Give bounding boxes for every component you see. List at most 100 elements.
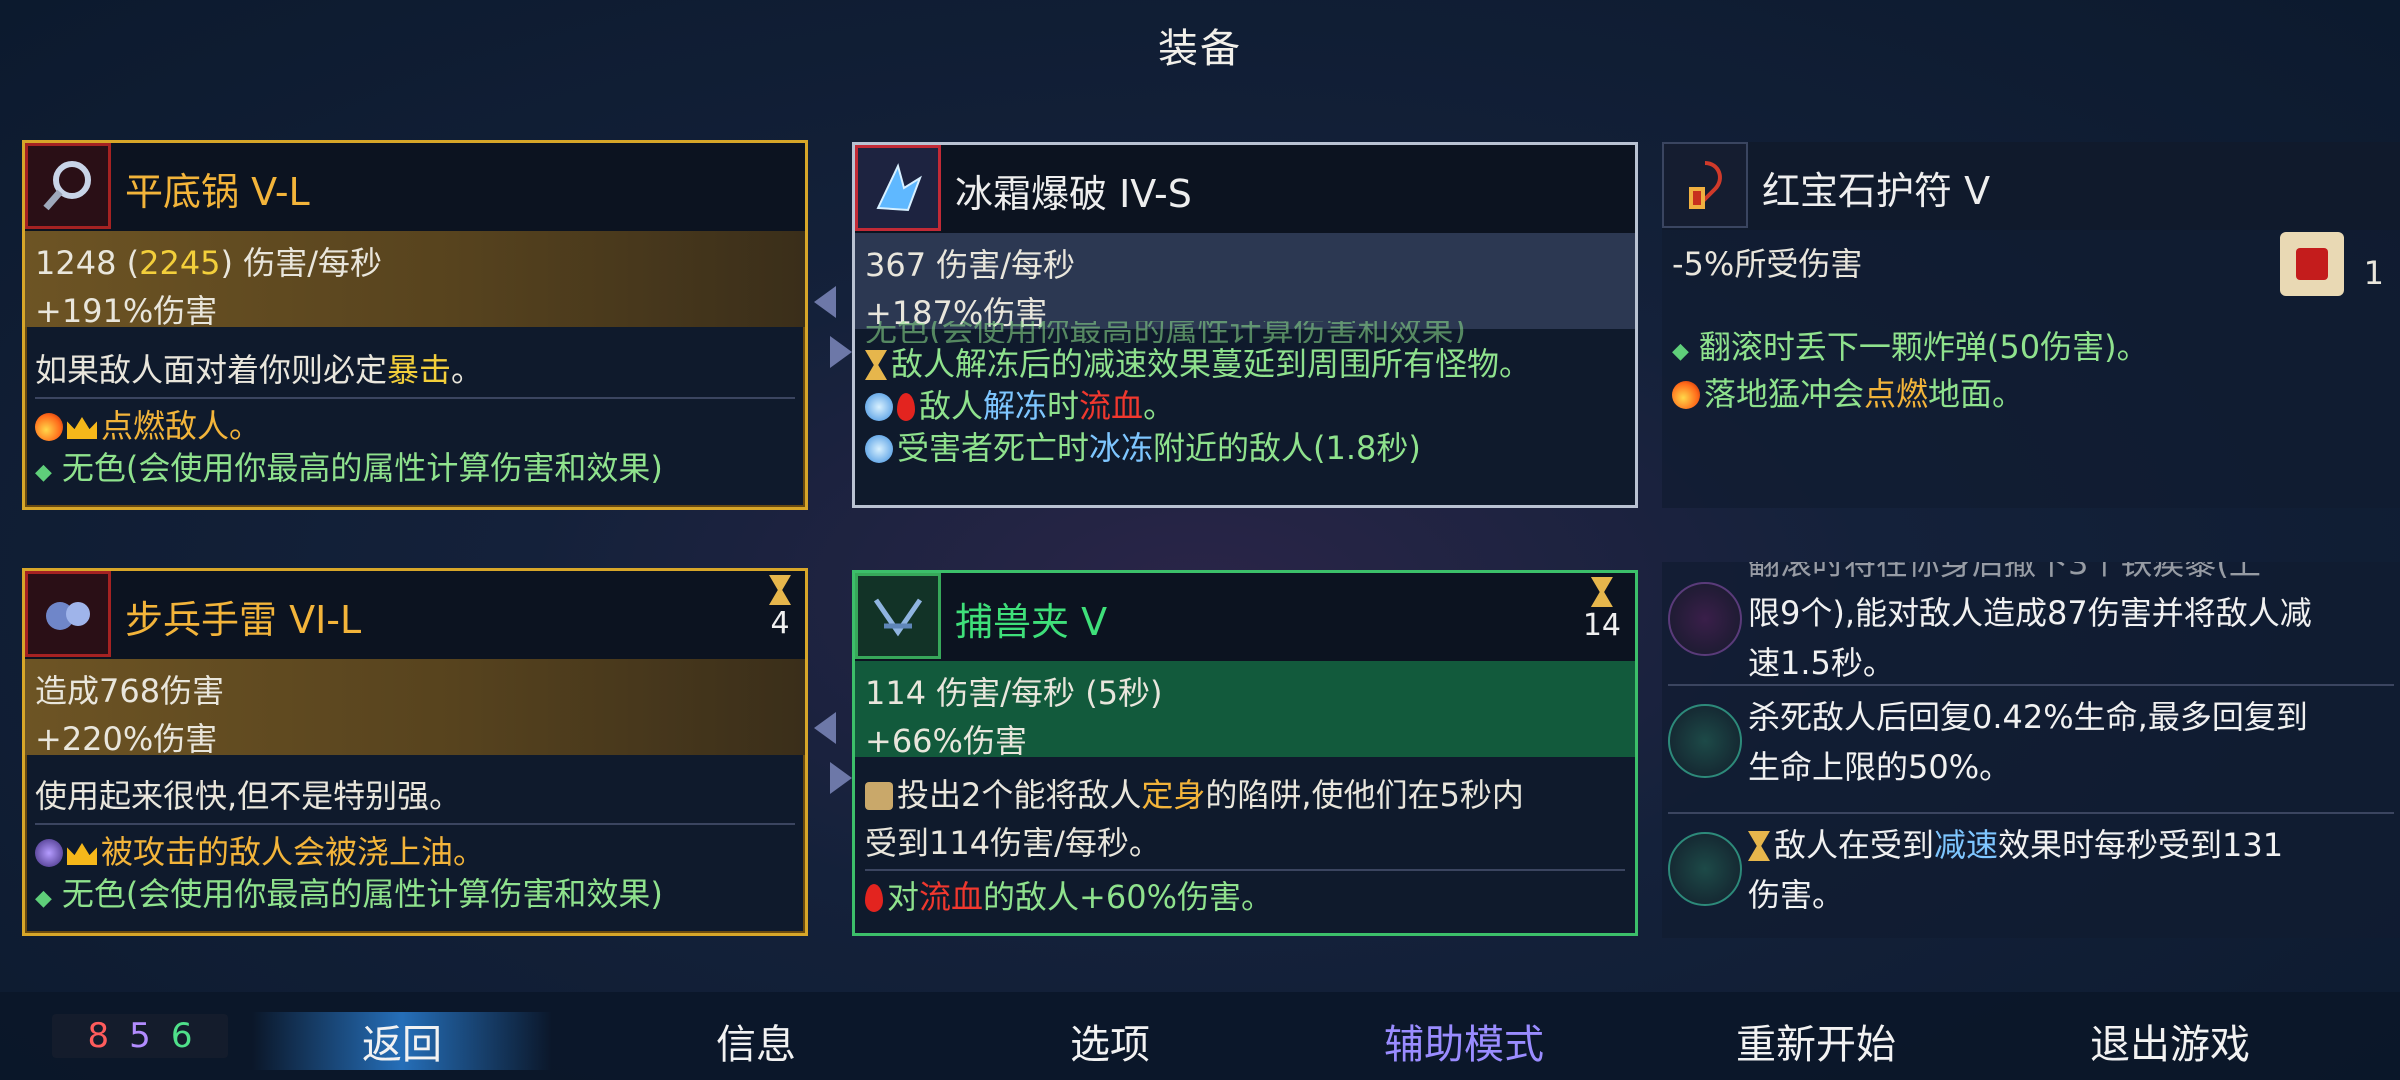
weapon-card-pan[interactable]: 平底锅 V-L 1248 (2245) 伤害/每秒 +191%伤害 如果敌人面对…: [22, 140, 808, 510]
description: 无色(会使用你最高的属性计算伤害和效果) 敌人解冻后的减速效果蔓延到周围所有怪物…: [865, 321, 1625, 469]
mutation-line: 速1.5秒。: [1748, 644, 1895, 682]
cooldown-value: 14: [1582, 608, 1621, 643]
root-keyword: 定身: [1141, 776, 1206, 814]
skill-card-grenade[interactable]: 步兵手雷 VI-L 4 造成768伤害 +220%伤害 使用起来很快,但不是特别…: [22, 568, 808, 936]
crown-icon: [67, 843, 97, 865]
cooldown-value: 4: [770, 606, 790, 641]
diamond-bullet-icon: ◆: [35, 886, 52, 911]
swap-right-arrow-icon[interactable]: [830, 336, 852, 368]
desc-text: 如果敌人面对着你则必定: [35, 351, 388, 389]
caltrops-mutation-icon: [1668, 582, 1742, 656]
stats-band: 1248 (2245) 伤害/每秒 +191%伤害: [25, 231, 805, 330]
amulet-card-ruby[interactable]: 红宝石护符 V -5%所受伤害 1 ◆ 翻滚时丢下一颗炸弹(50伤害)。 落地猛冲…: [1662, 142, 2400, 508]
effect-line-2: 敌人解冻时流血。: [865, 385, 1625, 427]
bonus-line: +191%伤害: [35, 292, 218, 330]
stats-band: 114 伤害/每秒 (5秒) +66%伤害: [855, 661, 1635, 760]
menu-back-button[interactable]: 返回: [252, 1012, 552, 1070]
swap-left-arrow-icon[interactable]: [814, 712, 836, 744]
effect-text: 敌人解冻后的减速效果蔓延到周围所有怪物。: [891, 345, 1532, 383]
effect-colorless-scrolled: 无色(会使用你最高的属性计算伤害和效果): [865, 321, 1466, 343]
trap-mutation-icon: [1668, 832, 1742, 906]
card-header: 冰霜爆破 IV-S: [855, 145, 1635, 233]
menu-quit-button[interactable]: 退出游戏: [2020, 1012, 2320, 1070]
hourglass-icon: [865, 350, 887, 380]
menu-options-button[interactable]: 选项: [960, 1012, 1260, 1070]
page-title: 装备: [1158, 26, 1242, 72]
blood-drop-icon: [865, 884, 883, 912]
menu-restart-button[interactable]: 重新开始: [1666, 1012, 1966, 1070]
tactics-stat: 5: [129, 1016, 151, 1056]
mutation-line-scrolled: 翻滚时将在你身后撒下3个铁蒺藜(上: [1748, 562, 2261, 582]
survival-stat: 6: [170, 1016, 193, 1056]
hourglass-icon: [1590, 577, 1613, 607]
effect-text: 地面。: [1928, 375, 2025, 413]
bleed-keyword: 流血: [919, 878, 984, 916]
effect-text: 的敌人+60%伤害。: [983, 878, 1273, 916]
mutation-text: 杀死敌人后回复0.42%生命,最多回复到 生命上限的50%。: [1748, 692, 2388, 792]
burn-keyword: 点燃: [1864, 375, 1929, 413]
effect-text: 受害者死亡时: [897, 429, 1090, 467]
mutation-item-caltrops[interactable]: 翻滚时将在你身后撒下3个铁蒺藜(上 限9个),能对敌人造成87伤害并将敌人减 速…: [1662, 562, 2400, 690]
cooldown: 4: [769, 575, 791, 641]
description: 使用起来很快,但不是特别强。 被攻击的敌人会被浇上油。 ◆ 无色(会使用你最高的属…: [35, 775, 795, 920]
effect-colorless: ◆ 无色(会使用你最高的属性计算伤害和效果): [35, 873, 795, 920]
snowflake-icon: [865, 393, 893, 421]
bonus-line: +66%伤害: [865, 722, 1027, 760]
description: 如果敌人面对着你则必定暴击。 点燃敌人。 ◆ 无色(会使用你最高的属性计算伤害和效…: [35, 349, 795, 494]
mutation-text-part: 敌人在受到: [1774, 826, 1935, 864]
effect-text: 时: [1047, 387, 1080, 425]
card-header: 红宝石护符 V: [1662, 142, 2400, 230]
effect-line-2: 落地猛冲会点燃地面。: [1672, 373, 2390, 415]
skill-name: 冰霜爆破 IV-S: [955, 172, 1192, 216]
card-header: 平底锅 V-L: [25, 143, 805, 231]
fangs-mutation-icon: [1668, 704, 1742, 778]
brutality-stat: 8: [87, 1016, 110, 1056]
effect-line-1: 敌人解冻后的减速效果蔓延到周围所有怪物。: [865, 343, 1625, 385]
stats-band: 造成768伤害 +220%伤害: [25, 659, 805, 758]
effect-text: 无色(会使用你最高的属性计算伤害和效果): [61, 875, 663, 913]
dps-line: 114 伤害/每秒 (5秒): [865, 674, 1163, 712]
mutation-item-vampirism[interactable]: 杀死敌人后回复0.42%生命,最多回复到 生命上限的50%。: [1662, 688, 2400, 806]
skill-card-frost-blast[interactable]: 冰霜爆破 IV-S 367 伤害/每秒 +187%伤害 无色(会使用你最高的属性…: [852, 142, 1638, 508]
card-header: 捕兽夹 V 14: [855, 573, 1635, 661]
effect-text: 点燃敌人。: [101, 407, 262, 445]
desc-line: 使用起来很快,但不是特别强。: [35, 777, 462, 815]
diamond-bullet-icon: ◆: [35, 460, 52, 485]
effect-text: 对: [887, 878, 920, 916]
card-header: 步兵手雷 VI-L 4: [25, 571, 805, 659]
lock-icon: [865, 782, 893, 810]
hourglass-icon: [1748, 831, 1770, 861]
mutation-text-part: 效果时每秒受到131: [1998, 826, 2284, 864]
effect-colorless: ◆ 无色(会使用你最高的属性计算伤害和效果): [35, 447, 795, 494]
swap-right-arrow-icon[interactable]: [830, 762, 852, 794]
dps-unit: ) 伤害/每秒: [220, 244, 382, 282]
amulet-name: 红宝石护符 V: [1762, 169, 1991, 213]
skill-name: 捕兽夹 V: [955, 600, 1108, 644]
cooldown: 14: [1583, 577, 1621, 643]
crit-keyword: 暴击: [387, 351, 452, 389]
desc-text: 的陷阱,使他们在5秒内: [1205, 776, 1524, 814]
desc-end: 。: [451, 351, 484, 389]
freeze-keyword: 冰冻: [1089, 429, 1154, 467]
hourglass-icon: [769, 575, 791, 605]
description: ◆ 翻滚时丢下一颗炸弹(50伤害)。 落地猛冲会点燃地面。: [1672, 326, 2390, 415]
dps-line: 1248 (2245) 伤害/每秒: [35, 239, 795, 287]
mutation-item-slow-damage[interactable]: 敌人在受到减速效果时每秒受到131 伤害。: [1662, 816, 2400, 934]
mutations-panel[interactable]: 翻滚时将在你身后撒下3个铁蒺藜(上 限9个),能对敌人造成87伤害并将敌人减 速…: [1662, 562, 2400, 938]
thaw-keyword: 解冻: [983, 387, 1048, 425]
desc-text: 投出2个能将敌人: [897, 776, 1142, 814]
effect-text: 被攻击的敌人会被浇上油。: [101, 833, 486, 871]
description: 投出2个能将敌人定身的陷阱,使他们在5秒内 受到114伤害/每秒。 对流血的敌人…: [865, 771, 1625, 921]
grenade-icon: [25, 571, 111, 657]
bonus-line: +220%伤害: [35, 720, 218, 758]
menu-info-button[interactable]: 信息: [606, 1012, 906, 1070]
damage-line: 造成768伤害: [35, 672, 225, 710]
pan-icon: [25, 143, 111, 229]
skill-card-wolf-trap[interactable]: 捕兽夹 V 14 114 伤害/每秒 (5秒) +66%伤害 投出2个能将敌人定…: [852, 570, 1638, 936]
dps-line: 367 伤害/每秒: [865, 246, 1076, 284]
menu-assist-mode-button[interactable]: 辅助模式: [1314, 1012, 1614, 1070]
swap-left-arrow-icon[interactable]: [814, 286, 836, 318]
scroll-count: 1: [2363, 254, 2384, 292]
skill-name: 步兵手雷 VI-L: [125, 598, 362, 642]
oil-orb-icon: [35, 839, 63, 867]
